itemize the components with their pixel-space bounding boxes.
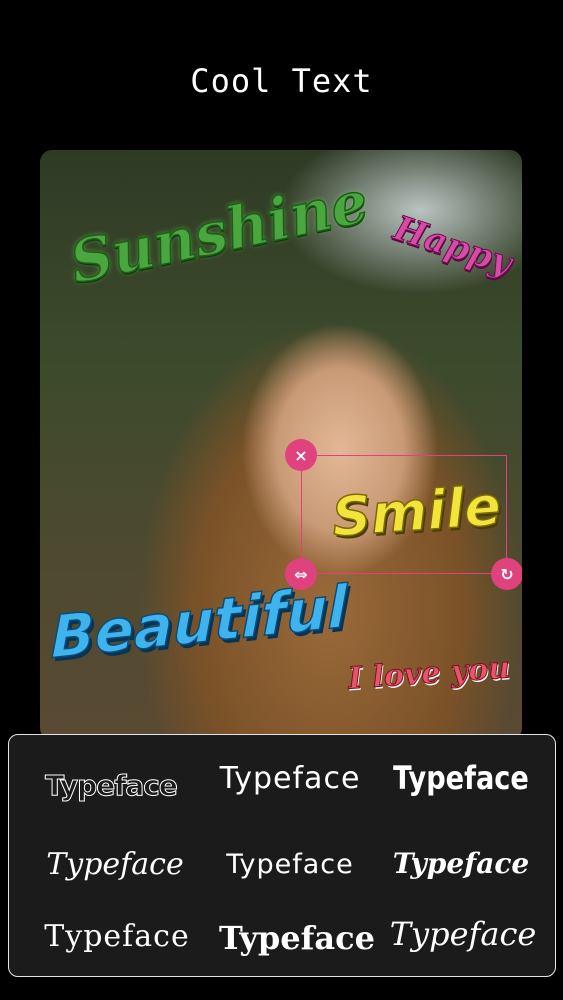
font-option-7[interactable]: Typeface: [29, 919, 205, 954]
font-option-3[interactable]: Typeface: [386, 759, 536, 797]
selection-box[interactable]: × ⇔ ↻: [285, 439, 522, 590]
page-title: Cool Text: [190, 62, 373, 100]
font-picker-panel: Typeface Typeface Typeface Typeface Type…: [8, 734, 556, 977]
sticker-i-love-you[interactable]: I love you: [346, 650, 511, 697]
move-handle-icon[interactable]: ⇔: [285, 558, 317, 590]
font-option-1[interactable]: Typeface: [23, 769, 199, 803]
photo-canvas[interactable]: Sunshine Happy Smile Beautiful I love yo…: [40, 150, 522, 740]
font-option-2[interactable]: Typeface: [202, 761, 378, 796]
font-option-8[interactable]: Typeface: [209, 919, 385, 957]
rotate-icon[interactable]: ↻: [491, 558, 522, 590]
sticker-sunshine[interactable]: Sunshine: [63, 167, 374, 298]
font-option-4[interactable]: Typeface: [27, 847, 203, 882]
font-option-6[interactable]: Typeface: [373, 847, 549, 880]
font-option-5[interactable]: Typeface: [202, 849, 378, 880]
sticker-happy[interactable]: Happy: [388, 208, 517, 285]
close-icon[interactable]: ×: [285, 439, 317, 471]
font-option-9[interactable]: Typeface: [375, 915, 551, 953]
